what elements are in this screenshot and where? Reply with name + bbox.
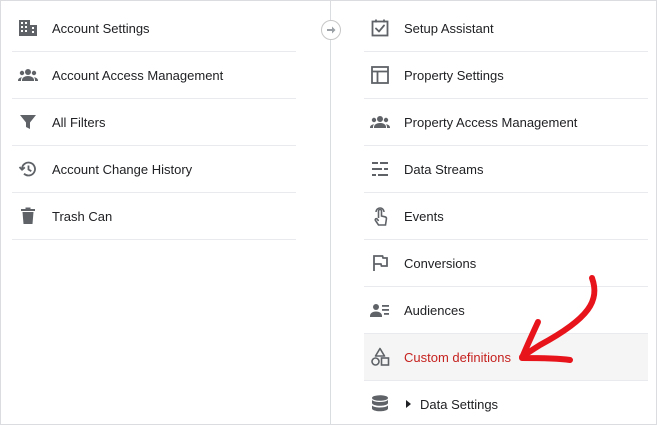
account-column: Account Settings Account Access Manageme… [12, 5, 296, 240]
events-label: Events [404, 208, 444, 224]
account-access-management-label: Account Access Management [52, 67, 224, 83]
account-access-management-item[interactable]: Account Access Management [12, 52, 296, 99]
arrow-right-icon [327, 26, 336, 34]
conversions-label: Conversions [404, 255, 477, 271]
data-settings-label: Data Settings [420, 396, 499, 412]
events-item[interactable]: Events [364, 193, 648, 240]
expand-caret-icon[interactable] [406, 400, 411, 408]
audience-icon [370, 300, 390, 320]
audiences-label: Audiences [404, 302, 465, 318]
building-icon [18, 18, 38, 38]
history-icon [18, 159, 38, 179]
account-settings-item[interactable]: Account Settings [12, 5, 296, 52]
trash-icon [18, 206, 38, 226]
database-icon [370, 394, 390, 414]
streams-icon [370, 159, 390, 179]
people-icon [18, 65, 38, 85]
property-column: Setup Assistant Property Settings Proper… [364, 5, 648, 427]
account-change-history-label: Account Change History [52, 161, 193, 177]
trash-can-item[interactable]: Trash Can [12, 193, 296, 240]
custom-definitions-label: Custom definitions [404, 349, 511, 365]
custom-definitions-item[interactable]: Custom definitions [364, 334, 648, 381]
setup-assistant-label: Setup Assistant [404, 20, 494, 36]
touch-icon [370, 206, 390, 226]
checkbox-icon [370, 18, 390, 38]
property-settings-item[interactable]: Property Settings [364, 52, 648, 99]
data-streams-label: Data Streams [404, 161, 484, 177]
account-change-history-item[interactable]: Account Change History [12, 146, 296, 193]
divider-arrow-button[interactable] [321, 20, 341, 40]
trash-can-label: Trash Can [52, 208, 113, 224]
setup-assistant-item[interactable]: Setup Assistant [364, 5, 648, 52]
conversions-item[interactable]: Conversions [364, 240, 648, 287]
audiences-item[interactable]: Audiences [364, 287, 648, 334]
people-icon [370, 112, 390, 132]
column-divider [330, 0, 331, 425]
flag-icon [370, 253, 390, 273]
property-access-management-label: Property Access Management [404, 114, 578, 130]
property-settings-label: Property Settings [404, 67, 504, 83]
all-filters-label: All Filters [52, 114, 106, 130]
layout-icon [370, 65, 390, 85]
all-filters-item[interactable]: All Filters [12, 99, 296, 146]
data-streams-item[interactable]: Data Streams [364, 146, 648, 193]
shapes-icon [370, 347, 390, 367]
account-settings-label: Account Settings [52, 20, 150, 36]
property-access-management-item[interactable]: Property Access Management [364, 99, 648, 146]
data-settings-item[interactable]: Data Settings [364, 381, 648, 427]
filter-icon [18, 112, 38, 132]
